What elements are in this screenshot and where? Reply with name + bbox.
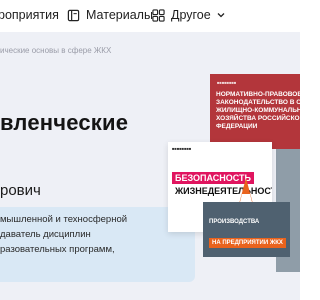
breadcrumb[interactable]: ические основы в сфере ЖКХ: [0, 46, 111, 55]
course-hero: ические основы в сфере ЖКХ вленческие ро…: [0, 32, 300, 300]
nav-item-events[interactable]: роприятия: [0, 8, 59, 22]
nav-item-materials[interactable]: Материалы: [67, 8, 153, 22]
description-line: мышленной и техносферной: [0, 214, 128, 225]
publisher-logo: ■■■■■■■■: [172, 146, 192, 151]
cover-title-line: ПРОИЗВОДСТВА: [209, 219, 260, 225]
book-icon: [67, 9, 80, 21]
cover-title-line: НОРМАТИВНО-ПРАВОВОЕ: [216, 91, 300, 98]
page-title: вленческие: [0, 110, 129, 135]
cover-title-line: ЗАКОНОДАТЕЛЬСТВО В СФЕРЕ: [216, 99, 300, 106]
nav-events-label: роприятия: [0, 8, 59, 22]
cover-title-line: ФЕДЕРАЦИИ: [216, 123, 258, 130]
book-cover-production: ПРОИЗВОДСТВА НА ПРЕДПРИЯТИИ ЖКХ: [203, 202, 290, 257]
top-navigation: роприятия Материалы Другое: [0, 0, 300, 32]
nav-more-label: Другое: [171, 8, 211, 22]
author-description: мышленной и техносферной даватель дисцип…: [0, 207, 195, 282]
nav-materials-label: Материалы: [86, 8, 153, 22]
chevron-down-icon: [217, 13, 225, 18]
cover-title-line: ХОЗЯЙСТВА РОССИЙСКОЙ: [216, 115, 300, 122]
grid-icon: [152, 8, 165, 22]
description-line: даватель дисциплин: [0, 229, 91, 240]
book-cover-legislation: ■■■■■■■■ НОРМАТИВНО-ПРАВОВОЕ ЗАКОНОДАТЕЛ…: [210, 74, 300, 149]
description-line: разовательных программ,: [0, 244, 115, 255]
cover-title-band: НА ПРЕДПРИЯТИИ ЖКХ: [209, 238, 286, 248]
author-name: рович: [0, 182, 41, 199]
publisher-logo: ■■■■■■■■: [217, 80, 237, 85]
nav-item-more[interactable]: Другое: [152, 8, 226, 22]
cover-title-line: ЖИЛИЩНО-КОММУНАЛЬНОГО: [216, 107, 300, 114]
